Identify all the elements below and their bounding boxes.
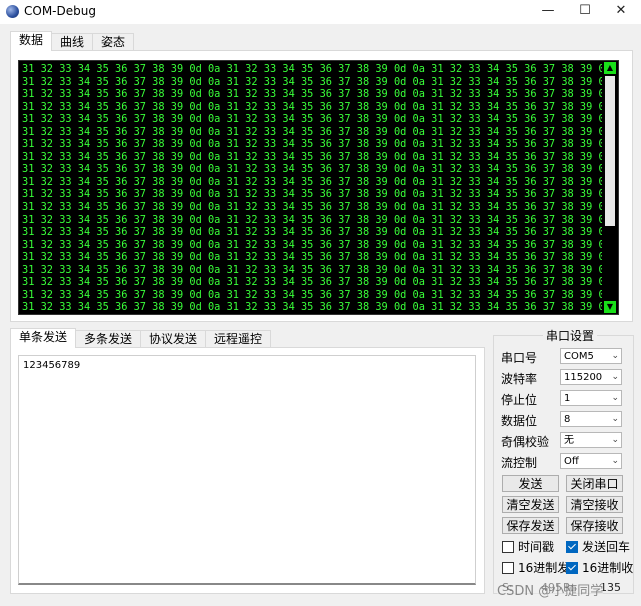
tab-remote-control[interactable]: 远程遥控	[205, 330, 272, 348]
scroll-thumb[interactable]	[605, 76, 615, 226]
flow-control-value: Off	[564, 456, 579, 467]
flow-control-select[interactable]: Off ⌄	[560, 453, 622, 469]
single-send-panel: 123456789	[10, 347, 485, 594]
save-receive-button[interactable]: 保存接收	[566, 517, 623, 534]
data-bits-value: 8	[564, 414, 571, 425]
close-button[interactable]: ✕	[601, 0, 641, 24]
baud-label: 波特率	[501, 372, 538, 386]
chevron-down-icon: ⌄	[611, 435, 619, 445]
stop-bits-value: 1	[564, 393, 571, 404]
send-button[interactable]: 发送	[502, 475, 559, 492]
port-label: 串口号	[501, 351, 538, 365]
tab-protocol-send[interactable]: 协议发送	[140, 330, 207, 348]
receive-display[interactable]: 31 32 33 34 35 36 37 38 39 0d 0a 31 32 3…	[18, 60, 619, 315]
checkbox-unchecked-icon	[502, 561, 514, 574]
tab-data[interactable]: 数据	[10, 31, 53, 51]
parity-select[interactable]: 无 ⌄	[560, 432, 622, 448]
minimize-button[interactable]: —	[528, 0, 568, 24]
top-tab-bar: 数据 曲线 姿态	[10, 31, 135, 51]
checkbox-unchecked-icon	[502, 540, 514, 553]
data-tab-panel: 31 32 33 34 35 36 37 38 39 0d 0a 31 32 3…	[10, 50, 633, 322]
hex-send-label: 16进制发	[518, 561, 570, 575]
serial-settings-title: 串口设置	[543, 327, 598, 344]
receive-scrollbar[interactable]: ▲ ▼	[602, 61, 618, 314]
send-tab-bar: 单条发送 多条发送 协议发送 远程遥控	[10, 328, 272, 348]
hex-send-checkbox[interactable]: 16进制发	[502, 559, 569, 576]
watermark: CSDN @小捷同学	[497, 580, 604, 599]
hex-receive-label: 16进制收	[582, 561, 634, 575]
flow-control-label: 流控制	[501, 456, 538, 470]
chevron-down-icon: ⌄	[611, 456, 619, 466]
chevron-down-icon: ⌄	[611, 414, 619, 424]
clear-send-button[interactable]: 清空发送	[502, 496, 559, 513]
port-value: COM5	[564, 351, 594, 362]
scroll-up-arrow-icon[interactable]: ▲	[604, 62, 616, 74]
baud-value: 115200	[564, 372, 603, 383]
send-input[interactable]: 123456789	[18, 355, 476, 585]
timestamp-label: 时间戳	[518, 540, 555, 554]
tab-single-send[interactable]: 单条发送	[10, 328, 77, 348]
send-newline-label: 发送回车	[582, 540, 631, 554]
checkbox-checked-icon	[566, 561, 578, 574]
checkbox-checked-icon	[566, 540, 578, 553]
tab-curve[interactable]: 曲线	[51, 33, 94, 51]
clear-receive-button[interactable]: 清空接收	[566, 496, 623, 513]
baud-select[interactable]: 115200 ⌄	[560, 369, 622, 385]
port-select[interactable]: COM5 ⌄	[560, 348, 622, 364]
data-bits-select[interactable]: 8 ⌄	[560, 411, 622, 427]
tab-attitude[interactable]: 姿态	[92, 33, 135, 51]
window-title: COM-Debug	[24, 4, 96, 18]
stop-bits-label: 停止位	[501, 393, 538, 407]
parity-value: 无	[564, 435, 574, 446]
data-bits-label: 数据位	[501, 414, 538, 428]
tab-multi-send[interactable]: 多条发送	[75, 330, 142, 348]
parity-label: 奇偶校验	[501, 435, 550, 449]
stop-bits-select[interactable]: 1 ⌄	[560, 390, 622, 406]
receive-text: 31 32 33 34 35 36 37 38 39 0d 0a 31 32 3…	[22, 63, 618, 314]
send-newline-checkbox[interactable]: 发送回车	[566, 538, 630, 555]
app-icon	[6, 5, 19, 18]
save-send-button[interactable]: 保存发送	[502, 517, 559, 534]
timestamp-checkbox[interactable]: 时间戳	[502, 538, 554, 555]
maximize-button[interactable]: ☐	[565, 0, 605, 24]
chevron-down-icon: ⌄	[611, 393, 619, 403]
title-bar: COM-Debug — ☐ ✕	[0, 0, 641, 24]
chevron-down-icon: ⌄	[611, 351, 619, 361]
hex-receive-checkbox[interactable]: 16进制收	[566, 559, 633, 576]
scroll-down-arrow-icon[interactable]: ▼	[604, 301, 616, 313]
close-port-button[interactable]: 关闭串口	[566, 475, 623, 492]
chevron-down-icon: ⌄	[611, 372, 619, 382]
